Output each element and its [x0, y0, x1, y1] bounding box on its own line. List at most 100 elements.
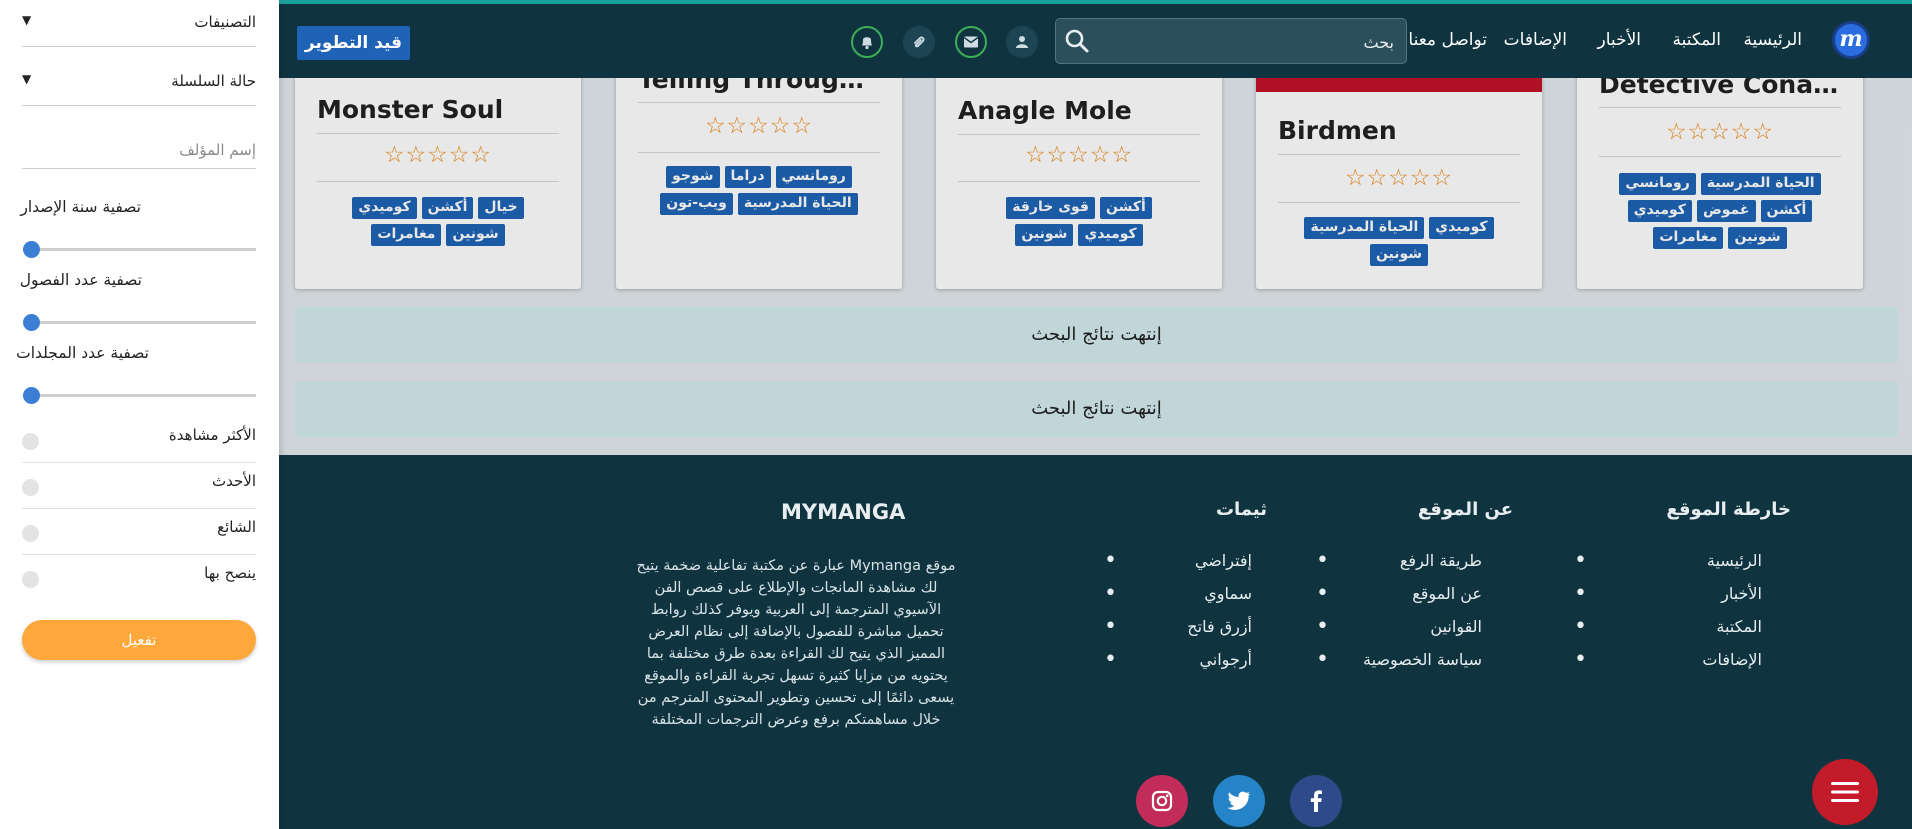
nav-library[interactable]: المكتبة [1673, 30, 1722, 50]
genre-tag[interactable]: شونين [1369, 244, 1429, 266]
sort-popular[interactable]: الشائع [22, 509, 256, 555]
genre-tag[interactable]: الحياة المدرسية [1700, 173, 1821, 195]
dropdown-label: حالة السلسلة [171, 72, 256, 90]
theme-item[interactable]: أرجواني • [1104, 649, 1252, 682]
about-item[interactable]: سياسة الخصوصية • [1316, 649, 1482, 682]
link-label[interactable]: الإضافات [1702, 650, 1762, 669]
menu-fab[interactable] [1812, 759, 1878, 825]
link-label[interactable]: القوانين [1430, 617, 1482, 636]
link-label[interactable]: أرجواني [1199, 650, 1252, 669]
theme-item[interactable]: أزرق فاتح • [1104, 616, 1252, 649]
genre-tag[interactable]: شوجو [666, 166, 720, 188]
genre-tag[interactable]: خيال [478, 197, 524, 219]
radio-button[interactable] [22, 571, 39, 588]
link-label[interactable]: سياسة الخصوصية [1363, 650, 1482, 669]
manga-title[interactable]: Birdmen [1278, 116, 1520, 145]
slider-thumb[interactable] [23, 241, 40, 258]
under-development-button[interactable]: قيد التطوير [297, 26, 410, 60]
end-of-results: إنتهت نتائج البحث [295, 381, 1898, 437]
link-label[interactable]: عن الموقع [1412, 584, 1482, 603]
genre-tag[interactable]: مغامرات [371, 224, 442, 246]
about-item[interactable]: القوانين • [1316, 616, 1482, 649]
sitemap-item[interactable]: الإضافات • [1574, 649, 1762, 682]
genre-tag[interactable]: كوميدي [352, 197, 417, 219]
genre-tag[interactable]: شونين [1015, 224, 1074, 246]
nav-addons[interactable]: الإضافات [1504, 30, 1567, 50]
categories-dropdown[interactable]: التصنيفات ▼ [22, 7, 256, 47]
manga-title[interactable]: Anagle Mole [958, 96, 1200, 125]
manga-title[interactable]: Monster Soul [317, 95, 559, 124]
volumes-slider[interactable] [23, 387, 256, 404]
genre-tag[interactable]: ويب-تون [660, 193, 733, 215]
link-label[interactable]: الأخبار [1721, 584, 1762, 603]
chapters-slider[interactable] [23, 314, 256, 331]
series-status-dropdown[interactable]: حالة السلسلة ▼ [22, 66, 256, 106]
genre-tag[interactable]: شونين [1728, 227, 1787, 249]
nav-home[interactable]: الرئيسية [1743, 30, 1802, 50]
nav-contact[interactable]: تواصل معنا [1408, 30, 1487, 50]
divider [958, 181, 1200, 182]
genre-tag[interactable]: كوميدي [1078, 224, 1143, 246]
genre-tag[interactable]: شونين [446, 224, 505, 246]
instagram-icon[interactable] [1136, 775, 1188, 827]
site-logo[interactable]: m [1832, 21, 1870, 59]
genre-tag[interactable]: مغامرات [1653, 227, 1724, 249]
about-item[interactable]: عن الموقع • [1316, 583, 1482, 616]
activate-button[interactable]: تفعيل [22, 620, 256, 660]
divider [638, 102, 880, 103]
genre-tag[interactable]: الحياة المدرسية [1304, 217, 1425, 239]
mail-icon[interactable] [955, 26, 987, 58]
link-label[interactable]: أزرق فاتح [1187, 617, 1252, 636]
divider [317, 133, 559, 134]
slider-thumb[interactable] [23, 314, 40, 331]
sitemap-item[interactable]: الأخبار • [1574, 583, 1762, 616]
nav-news[interactable]: الأخبار [1598, 30, 1641, 50]
link-label[interactable]: سماوي [1204, 584, 1252, 603]
genre-tag[interactable]: رومانسي [1619, 173, 1696, 195]
genre-tag[interactable]: رومانسي [775, 166, 852, 188]
genre-tag[interactable]: دراما [724, 166, 771, 188]
sort-newest[interactable]: الأحدث [22, 463, 256, 509]
main-area: Detective Conan ... ☆☆☆☆☆ الحياة المدرسي… [279, 0, 1912, 829]
search-icon[interactable] [1064, 28, 1090, 58]
link-label[interactable]: إفتراضي [1195, 551, 1252, 570]
genre-tag[interactable]: غموض [1696, 200, 1756, 222]
search-input[interactable] [1102, 26, 1396, 58]
author-input[interactable] [22, 132, 256, 169]
about-item[interactable]: طريقة الرفع • [1316, 550, 1482, 583]
year-slider[interactable] [23, 241, 256, 258]
theme-item[interactable]: سماوي • [1104, 583, 1252, 616]
bell-icon[interactable] [851, 26, 883, 58]
end-of-results: إنتهت نتائج البحث [295, 307, 1898, 363]
sitemap-item[interactable]: المكتبة • [1574, 616, 1762, 649]
genre-tag[interactable]: أكشن [421, 197, 474, 219]
link-label[interactable]: طريقة الرفع [1400, 551, 1482, 570]
genre-tag[interactable]: كوميدي [1429, 217, 1494, 239]
dropdown-label: التصنيفات [194, 13, 256, 31]
link-label[interactable]: الرئيسية [1707, 551, 1762, 570]
radio-label: الشائع [217, 518, 256, 536]
bullet: • [1574, 581, 1587, 606]
radio-button[interactable] [22, 479, 39, 496]
sort-recommended[interactable]: ينصح بها [22, 555, 256, 601]
radio-button[interactable] [22, 433, 39, 450]
slider-thumb[interactable] [23, 387, 40, 404]
sitemap-item[interactable]: الرئيسية • [1574, 550, 1762, 583]
genre-tag[interactable]: الحياة المدرسية [737, 193, 858, 215]
twitter-icon[interactable] [1213, 775, 1265, 827]
user-icon[interactable] [1006, 26, 1038, 58]
divider [1599, 107, 1841, 108]
radio-button[interactable] [22, 525, 39, 542]
facebook-icon[interactable] [1290, 775, 1342, 827]
sort-most-viewed[interactable]: الأكثر مشاهدة [22, 417, 256, 463]
link-label[interactable]: المكتبة [1716, 617, 1762, 636]
genre-tag[interactable]: أكشن [1099, 197, 1152, 219]
genre-tags: أكشن قوى خارقة كوميدي شونين [972, 197, 1186, 246]
genre-tag[interactable]: قوى خارقة [1006, 197, 1095, 219]
genre-tag[interactable]: كوميدي [1627, 200, 1692, 222]
caret-down-icon: ▼ [22, 72, 32, 86]
genre-tag[interactable]: أكشن [1760, 200, 1813, 222]
bullet: • [1316, 614, 1329, 639]
paperclip-icon[interactable] [903, 26, 935, 58]
theme-item[interactable]: إفتراضي • [1104, 550, 1252, 583]
